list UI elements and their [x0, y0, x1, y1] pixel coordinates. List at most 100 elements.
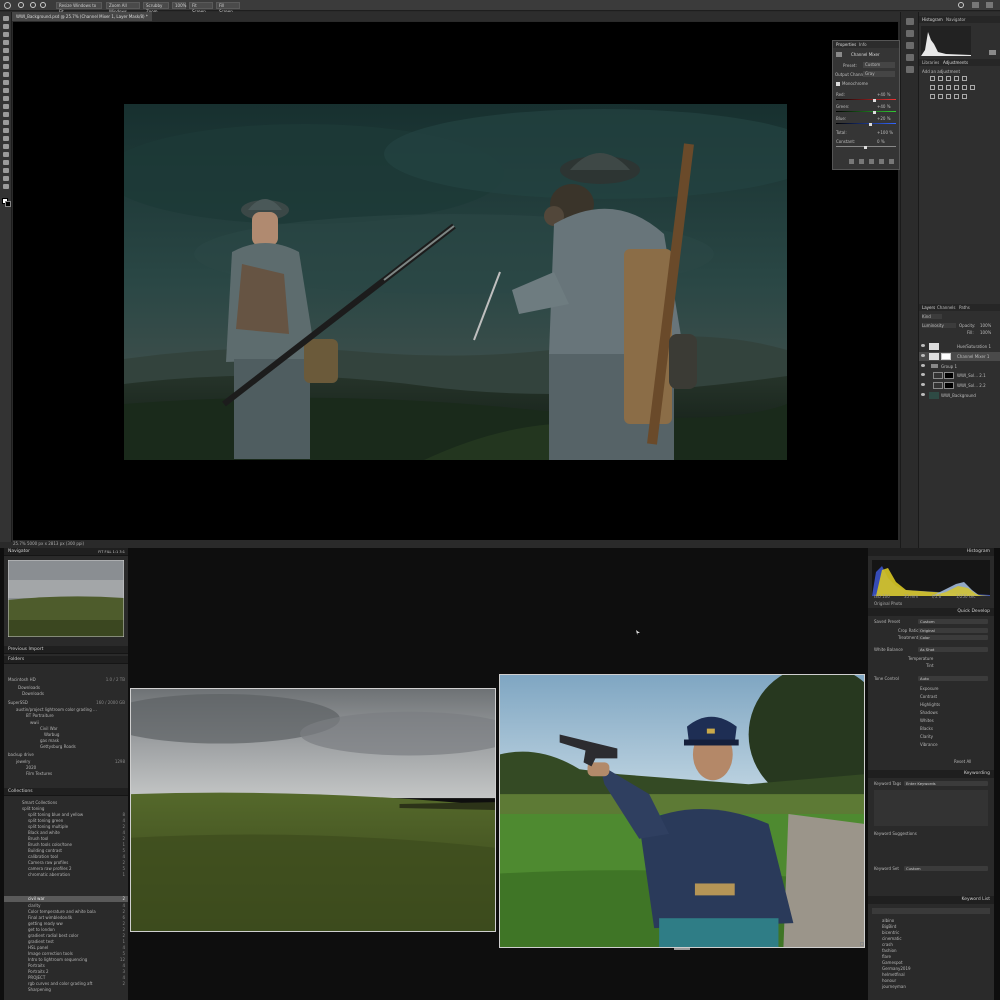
folder-item[interactable]: wwii	[30, 720, 39, 725]
keyword-list-header[interactable]: Keyword List	[868, 896, 994, 904]
layer-row[interactable]: WWI_Background	[919, 391, 1000, 400]
folder-item[interactable]: Gettysburg Roads	[40, 744, 76, 749]
auto-tone-button[interactable]: Auto	[918, 676, 988, 681]
collection-item[interactable]: Intro to lightroom sequencing	[28, 957, 87, 962]
layer-mask-thumbnail[interactable]	[944, 382, 954, 389]
constant-value[interactable]: 0 %	[877, 139, 885, 144]
tab-adjustments[interactable]: Adjustments	[943, 60, 968, 65]
collection-item[interactable]: Image correction tools	[28, 951, 73, 956]
red-value[interactable]: +40 %	[877, 92, 891, 97]
keyword-item[interactable]: fashion	[882, 948, 897, 953]
lasso-tool-icon[interactable]	[3, 32, 9, 37]
collection-item[interactable]: getting ready ww	[28, 921, 63, 926]
brightness-contrast-icon[interactable]	[930, 76, 935, 81]
keyword-entry-box[interactable]	[874, 790, 988, 826]
levels-icon[interactable]	[938, 76, 943, 81]
blue-slider-track[interactable]	[836, 123, 896, 124]
resize-corner-icon[interactable]	[860, 942, 864, 946]
tab-histogram[interactable]: Histogram	[922, 17, 943, 22]
eye-icon[interactable]	[921, 373, 925, 376]
zoom-tool-icon[interactable]	[18, 2, 24, 8]
collection-item[interactable]: Building contrast	[28, 848, 62, 853]
keyword-tags-select[interactable]: Enter Keywords	[904, 781, 988, 786]
search-icon[interactable]	[958, 2, 964, 8]
collection-item[interactable]: rgb curves and color grading aft	[28, 981, 92, 986]
tab-libraries[interactable]: Libraries	[922, 60, 939, 65]
folder-item[interactable]: Downloads	[18, 685, 40, 690]
histogram-header[interactable]: Histogram	[868, 548, 994, 556]
tab-layers[interactable]: Layers	[922, 305, 935, 310]
layer-row[interactable]: WWI_Sol... 2.1	[919, 371, 1000, 380]
eye-icon[interactable]	[921, 393, 925, 396]
preset-select[interactable]: Custom	[863, 62, 895, 68]
tab-paths[interactable]: Paths	[959, 305, 970, 310]
collection-item[interactable]: Final art wimbledon4k	[28, 915, 72, 920]
move-tool-icon[interactable]	[3, 16, 9, 21]
clip-to-layer-icon[interactable]	[849, 159, 854, 164]
red-slider-track[interactable]	[836, 99, 896, 100]
collections-header[interactable]: Collections	[4, 788, 128, 796]
navigator-zoom-options[interactable]: FIT FILL 1:1 3:1	[98, 548, 125, 556]
folder-item[interactable]: 2020	[26, 765, 36, 770]
quick-select-tool-icon[interactable]	[3, 40, 9, 45]
history-brush-tool-icon[interactable]	[3, 96, 9, 101]
eye-icon[interactable]	[921, 364, 925, 367]
frame-tool-icon[interactable]	[3, 56, 9, 61]
healing-tool-icon[interactable]	[3, 72, 9, 77]
collection-item-selected[interactable]: civil war	[28, 896, 45, 901]
keyword-filter-input[interactable]	[872, 908, 990, 914]
green-slider-thumb[interactable]	[873, 111, 876, 114]
selective-color-icon[interactable]	[962, 94, 967, 99]
folder-item[interactable]: Film Textures	[26, 771, 52, 776]
hue-saturation-icon[interactable]	[930, 85, 935, 90]
keyword-item[interactable]: albino	[882, 918, 894, 923]
crop-ratio-select[interactable]: Original	[918, 628, 988, 633]
green-value[interactable]: +40 %	[877, 104, 891, 109]
marquee-tool-icon[interactable]	[3, 24, 9, 29]
collection-item[interactable]: split toning green	[28, 818, 63, 823]
dodge-tool-icon[interactable]	[3, 128, 9, 133]
blue-slider-thumb[interactable]	[869, 123, 872, 126]
folders-header[interactable]: Folders	[4, 656, 128, 664]
blue-value[interactable]: +20 %	[877, 116, 891, 121]
collection-item[interactable]: gradient radial best color	[28, 933, 78, 938]
layer-mask-thumbnail[interactable]	[944, 372, 954, 379]
pen-tool-icon[interactable]	[3, 136, 9, 141]
hand-tool-icon[interactable]	[3, 168, 9, 173]
fill-value[interactable]: 100%	[980, 330, 991, 335]
folder-item[interactable]: jewelry	[16, 759, 30, 764]
keyword-item[interactable]: journeyman	[882, 984, 906, 989]
layer-mask-thumbnail[interactable]	[941, 353, 951, 360]
vibrance-icon[interactable]	[962, 76, 967, 81]
keyword-item[interactable]: Gamespot	[882, 960, 903, 965]
keyword-item[interactable]: helmetfinal	[882, 972, 905, 977]
folder-item[interactable]: gas mask	[40, 738, 59, 743]
history-panel-icon[interactable]	[906, 18, 914, 25]
filmstrip-pager[interactable]	[674, 948, 690, 950]
collection-item[interactable]: Black and white	[28, 830, 60, 835]
constant-slider-thumb[interactable]	[864, 146, 867, 149]
posterize-icon[interactable]	[938, 94, 943, 99]
red-slider-thumb[interactable]	[873, 99, 876, 102]
black-white-icon[interactable]	[946, 85, 951, 90]
collection-item[interactable]: gradient test	[28, 939, 54, 944]
collection-item[interactable]: camera raw profiles 2	[28, 866, 72, 871]
output-channel-select[interactable]: Gray	[863, 71, 895, 77]
fit-screen-button[interactable]: Fit Screen	[189, 2, 213, 14]
delete-icon[interactable]	[889, 159, 894, 164]
eyedropper-tool-icon[interactable]	[3, 64, 9, 69]
invert-icon[interactable]	[930, 94, 935, 99]
collection-item[interactable]: Sharpening	[28, 987, 51, 992]
collection-item[interactable]: PROJECT	[28, 975, 45, 980]
reset-all-button[interactable]: Reset All	[954, 759, 971, 764]
clone-stamp-tool-icon[interactable]	[3, 88, 9, 93]
gradient-map-icon[interactable]	[954, 94, 959, 99]
monochrome-checkbox[interactable]	[836, 82, 840, 86]
gradient-tool-icon[interactable]	[3, 112, 9, 117]
crop-tool-icon[interactable]	[3, 48, 9, 53]
collection-item[interactable]: HSL panel	[28, 945, 48, 950]
collection-item[interactable]: Color temperature and white bala	[28, 909, 96, 914]
path-select-tool-icon[interactable]	[3, 152, 9, 157]
background-color-swatch[interactable]	[5, 201, 11, 207]
collection-item[interactable]: chromatic aberration	[28, 872, 70, 877]
